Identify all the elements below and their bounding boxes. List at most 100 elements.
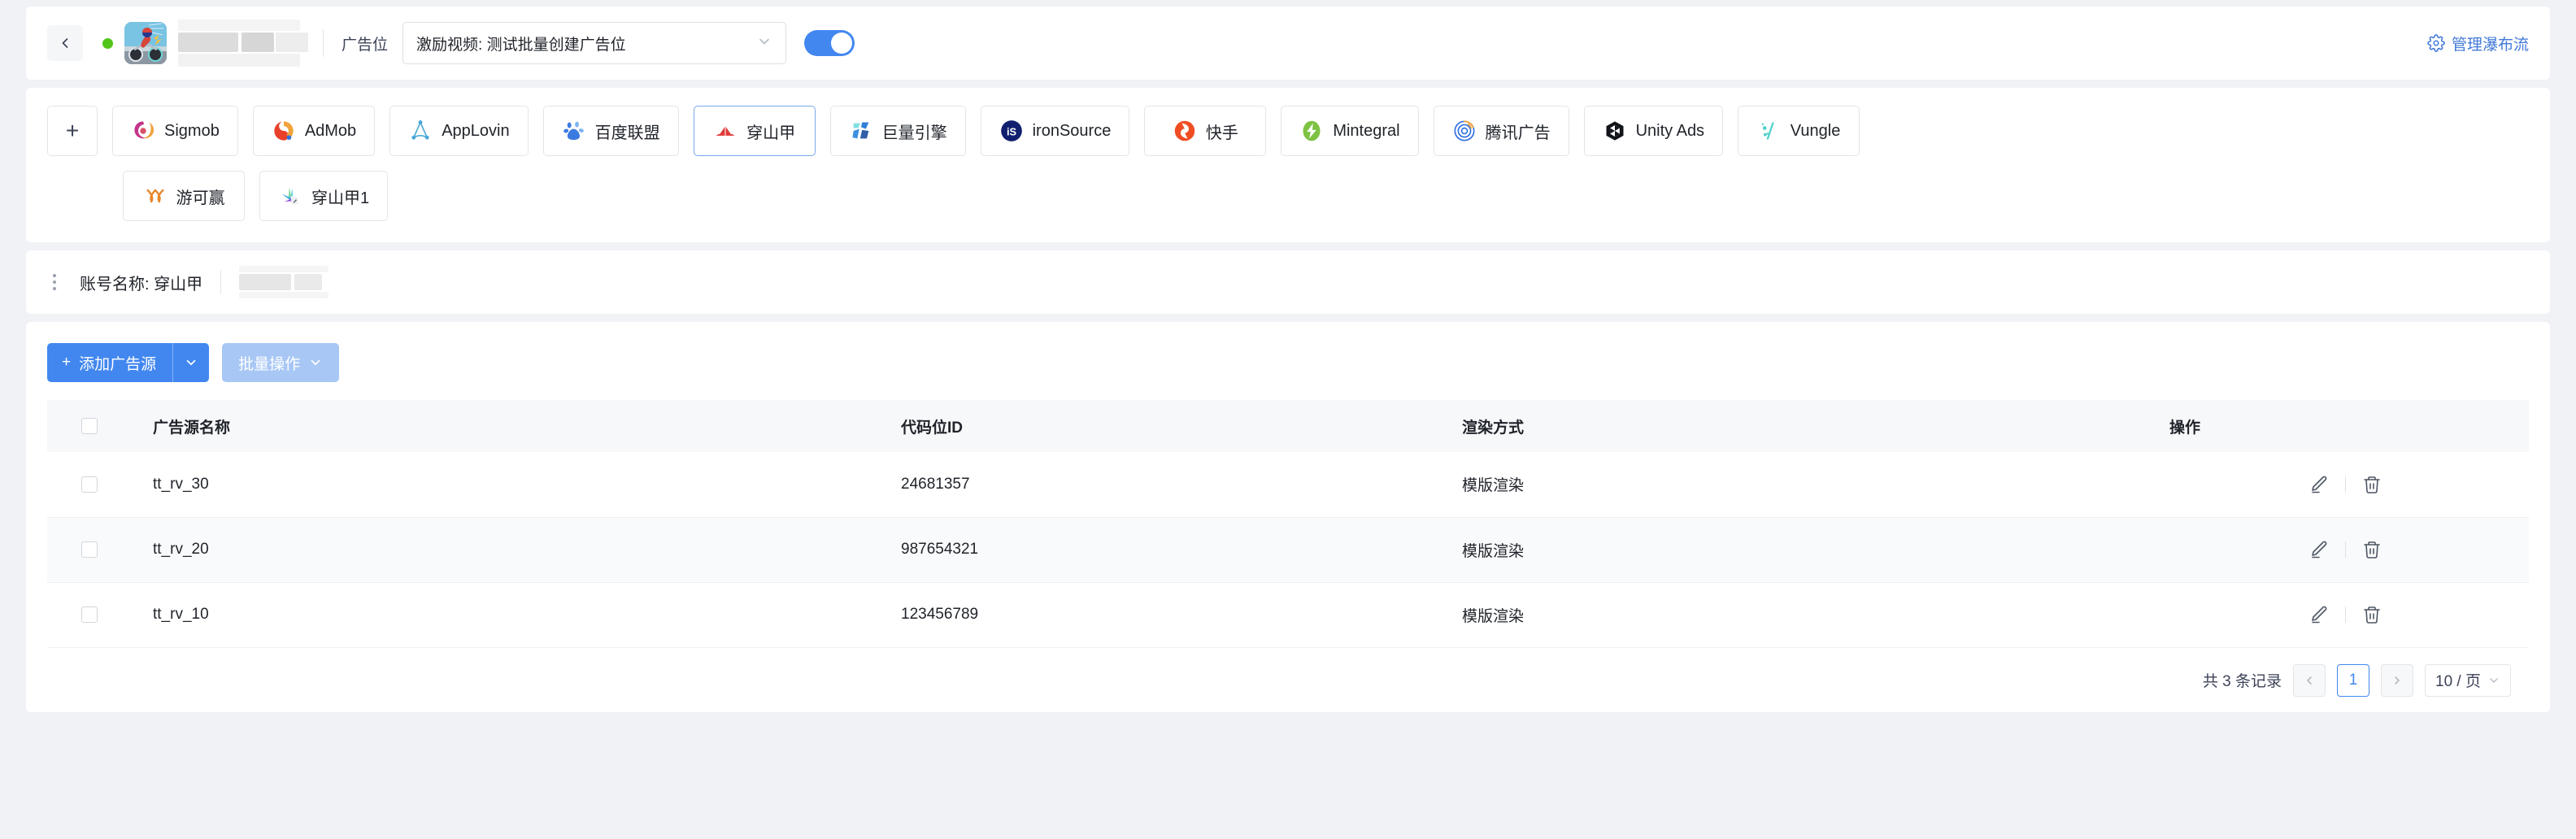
add-network-button[interactable]: +: [47, 106, 98, 156]
cell-name: tt_rv_20: [145, 517, 893, 583]
more-vertical-icon[interactable]: [47, 274, 62, 290]
placement-select-value: 激励视频: 测试批量创建广告位: [416, 36, 626, 54]
network-tab-tencent-ads[interactable]: 腾讯广告: [1433, 106, 1569, 156]
gear-icon: [2427, 34, 2445, 52]
trash-icon[interactable]: [2362, 475, 2382, 494]
chevron-left-icon: [62, 38, 68, 48]
network-tab-vungle[interactable]: Vungle: [1738, 106, 1860, 156]
add-ad-source-main[interactable]: + 添加广告源: [47, 343, 172, 382]
cell-render: 模版渲染: [1454, 452, 2161, 518]
row-select-cell: [47, 582, 145, 648]
network-tab-admob[interactable]: AdMob: [252, 106, 376, 156]
network-tab-label: Unity Ads: [1635, 121, 1705, 140]
pagination-page-size-select[interactable]: 10 / 页: [2425, 663, 2511, 697]
oceanengine-logo-icon: [849, 119, 873, 143]
toggle-knob: [831, 33, 853, 54]
app-avatar: [124, 22, 167, 64]
table-row[interactable]: tt_rv_20 987654321 模版渲染: [47, 517, 2529, 583]
pagination-total-label: 共 3 条记录: [2202, 673, 2282, 690]
table-row[interactable]: tt_rv_30 24681357 模版渲染: [47, 452, 2529, 518]
edit-pencil-icon[interactable]: [2309, 540, 2329, 559]
add-ad-source-button[interactable]: + 添加广告源: [47, 343, 210, 382]
ad-sources-panel: + 添加广告源 批量操作 广告源名称 代码位ID 渲染方式 操作 tt_rv_3…: [26, 322, 2550, 712]
youkeying-logo-icon: [143, 184, 168, 208]
chevron-down-icon: [186, 359, 196, 366]
mintegral-logo-icon: [1299, 119, 1324, 143]
row-checkbox[interactable]: [81, 476, 98, 493]
network-tab-mintegral[interactable]: Mintegral: [1281, 106, 1419, 156]
network-tab-ironsource[interactable]: iS ironSource: [980, 106, 1130, 156]
plus-icon: +: [62, 354, 72, 371]
trash-icon[interactable]: [2362, 540, 2382, 559]
network-tab-kuaishou[interactable]: 快手: [1144, 106, 1267, 156]
cell-operations: [2161, 517, 2529, 583]
manage-waterfall-link[interactable]: 管理瀑布流: [2427, 33, 2529, 54]
select-all-header: [47, 400, 145, 452]
edit-pencil-icon[interactable]: [2309, 475, 2329, 494]
network-tab-baidu-union[interactable]: 百度联盟: [542, 106, 679, 156]
column-header-code-id: 代码位ID: [893, 400, 1454, 452]
network-tab-label: Vungle: [1790, 121, 1841, 140]
cell-name: tt_rv_10: [145, 582, 893, 648]
network-tab-unity-ads[interactable]: Unity Ads: [1583, 106, 1724, 156]
cell-code-id: 987654321: [893, 517, 1454, 583]
network-tab-label: 巨量引擎: [881, 124, 947, 142]
network-tabs-row-1: + Sigmob AdMob AppLovin 百度联盟 穿山甲 巨量引擎 iS…: [47, 106, 2529, 156]
chevron-down-icon: [2490, 677, 2498, 683]
applovin-logo-icon: [408, 119, 433, 143]
column-header-name: 广告源名称: [145, 400, 893, 452]
operation-divider: [2344, 606, 2346, 623]
network-tab-pangle[interactable]: 穿山甲: [693, 106, 816, 156]
pangle1-logo-icon: [278, 184, 302, 208]
cell-render: 模版渲染: [1454, 517, 2161, 583]
chevron-left-icon: [2307, 676, 2312, 685]
cell-render: 模版渲染: [1454, 582, 2161, 648]
manage-waterfall-label: 管理瀑布流: [2451, 36, 2529, 54]
cell-code-id: 123456789: [893, 582, 1454, 648]
table-toolbar: + 添加广告源 批量操作: [47, 343, 2529, 382]
vungle-logo-icon: [1757, 119, 1782, 143]
kuaishou-logo-icon: [1173, 119, 1197, 143]
network-tab-sigmob[interactable]: Sigmob: [112, 106, 238, 156]
network-tab-label: 穿山甲: [746, 124, 796, 142]
pagination-next-button[interactable]: [2381, 663, 2414, 697]
ad-sources-table: 广告源名称 代码位ID 渲染方式 操作 tt_rv_30 24681357 模版…: [47, 400, 2529, 648]
row-checkbox[interactable]: [81, 606, 98, 623]
table-row[interactable]: tt_rv_10 123456789 模版渲染: [47, 582, 2529, 648]
row-select-cell: [47, 452, 145, 518]
network-tab-oceanengine[interactable]: 巨量引擎: [829, 106, 966, 156]
account-divider: [220, 270, 222, 294]
pagination: 共 3 条记录 1 10 / 页: [47, 648, 2529, 713]
account-name-label: 账号名称: 穿山甲: [80, 275, 203, 293]
pagination-prev-button[interactable]: [2293, 663, 2326, 697]
add-network-plus: +: [65, 118, 80, 143]
top-header-bar: 广告位 激励视频: 测试批量创建广告位 管理瀑布流: [26, 7, 2550, 80]
app-avatar-icon: [124, 22, 167, 64]
placement-enable-toggle[interactable]: [804, 30, 855, 56]
unity-ads-logo-icon: [1603, 119, 1627, 143]
tencent-ads-logo-icon: [1452, 119, 1477, 143]
trash-icon[interactable]: [2362, 605, 2382, 624]
network-tab-label: ironSource: [1032, 121, 1112, 140]
chevron-right-icon: [2395, 676, 2400, 685]
row-checkbox[interactable]: [81, 541, 98, 558]
network-tab-youkeying[interactable]: 游可赢: [123, 171, 245, 221]
select-all-checkbox[interactable]: [81, 418, 98, 434]
network-tab-label: 快手: [1205, 124, 1238, 142]
edit-pencil-icon[interactable]: [2309, 605, 2329, 624]
network-tab-pangle1[interactable]: 穿山甲1: [259, 171, 389, 221]
pagination-page-1[interactable]: 1: [2337, 663, 2370, 697]
network-tab-label: Sigmob: [164, 121, 220, 140]
batch-operation-button[interactable]: 批量操作: [222, 343, 340, 382]
add-ad-source-dropdown[interactable]: [173, 343, 209, 382]
row-select-cell: [47, 517, 145, 583]
placement-select[interactable]: 激励视频: 测试批量创建广告位: [402, 22, 787, 64]
network-tab-applovin[interactable]: AppLovin: [389, 106, 529, 156]
account-bar: 账号名称: 穿山甲: [26, 250, 2550, 314]
network-tab-label: AppLovin: [442, 121, 510, 140]
back-button[interactable]: [47, 25, 83, 61]
cell-code-id: 24681357: [893, 452, 1454, 518]
placement-label: 广告位: [342, 36, 389, 54]
pagination-page-size-label: 10 / 页: [2435, 673, 2481, 690]
operation-divider: [2344, 476, 2346, 493]
